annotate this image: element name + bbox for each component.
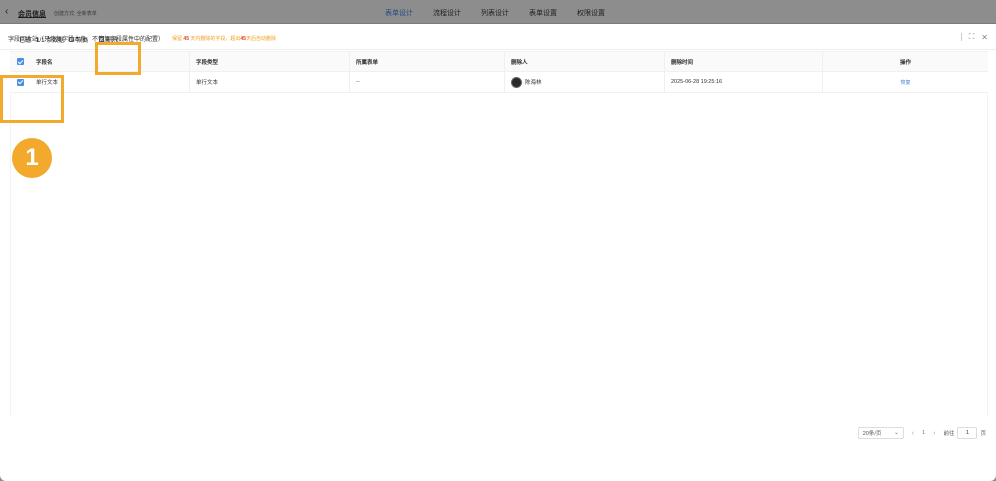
- tab-permission-settings[interactable]: 权限设置: [577, 8, 605, 18]
- cell-field-type: 单行文本: [190, 71, 350, 93]
- selected-count: 1/1 条数据: [36, 37, 65, 44]
- tab-form-design[interactable]: 表单设计: [385, 8, 413, 18]
- highlight-checkbox-column: [0, 75, 64, 123]
- divider: [960, 33, 962, 41]
- select-all-checkbox[interactable]: [10, 51, 30, 72]
- recycle-bin-table: 字段名 字段类型 所属表单 删除人 删除时间 操作 单行文本 单行文本 -- 陈…: [10, 51, 988, 93]
- table-header-row: 字段名 字段类型 所属表单 删除人 删除时间 操作: [10, 51, 988, 72]
- page-title: 会员信息: [18, 11, 46, 18]
- top-header-bar: ‹ 会员信息 创建方式: 全新表单 表单设计 流程设计 列表设计 表单设置 权限…: [0, 0, 996, 24]
- panel-window-controls: ⛶ ✕: [960, 32, 988, 42]
- col-field-type: 字段类型: [190, 51, 350, 72]
- tab-flow-design[interactable]: 流程设计: [433, 8, 461, 18]
- next-page-icon[interactable]: ›: [933, 430, 935, 437]
- goto-page: 前往 1 页: [943, 427, 986, 439]
- tab-form-settings[interactable]: 表单设置: [529, 8, 557, 18]
- step-badge: 1: [12, 138, 52, 178]
- pagination: 20条/页 ⌄ ‹ 1 › 前往 1 页: [857, 427, 986, 439]
- col-deleted-by: 删除人: [505, 51, 665, 72]
- header-divider: [0, 49, 996, 50]
- page-subtitle: 创建方式: 全新表单: [54, 11, 97, 17]
- close-icon[interactable]: ✕: [981, 33, 988, 42]
- goto-input[interactable]: 1: [957, 427, 978, 439]
- prev-page-icon[interactable]: ‹: [912, 430, 914, 437]
- cell-deleted-time: 2025-06-28 19:25:16: [665, 71, 823, 93]
- restore-button[interactable]: 恢复: [69, 35, 88, 44]
- design-tabs: 表单设计 流程设计 列表设计 表单设置 权限设置: [385, 8, 605, 18]
- page-number[interactable]: 1: [922, 430, 925, 436]
- highlight-delete-button: [95, 42, 141, 75]
- chevron-down-icon: ⌄: [894, 430, 899, 436]
- back-arrow-icon[interactable]: ‹: [5, 7, 13, 17]
- tab-list-design[interactable]: 列表设计: [481, 8, 509, 18]
- checkbox-checked-icon: [16, 58, 24, 65]
- goto-label: 前往: [943, 431, 955, 437]
- selected-label: 已选: [19, 37, 32, 44]
- retention-notice: 保留 45 天内删除的字段，超出45天后自动删除: [172, 35, 276, 42]
- col-deleted-time: 删除时间: [665, 51, 823, 72]
- avatar: [511, 76, 522, 88]
- col-form: 所属表单: [350, 51, 505, 72]
- table-empty-area: [10, 94, 988, 416]
- page-size-select[interactable]: 20条/页 ⌄: [857, 427, 904, 439]
- clear-selection-icon[interactable]: ×: [10, 36, 14, 43]
- cell-deleted-by: 陈海林: [505, 71, 665, 93]
- cell-form: --: [350, 71, 505, 93]
- goto-suffix: 页: [980, 431, 986, 437]
- fullscreen-icon[interactable]: ⛶: [969, 32, 975, 42]
- table-row[interactable]: 单行文本 单行文本 -- 陈海林 2025-06-28 19:25:16 恢复: [10, 71, 988, 93]
- col-actions: 操作: [899, 59, 911, 66]
- restore-link[interactable]: 恢复: [823, 72, 988, 93]
- restore-icon: [69, 36, 75, 42]
